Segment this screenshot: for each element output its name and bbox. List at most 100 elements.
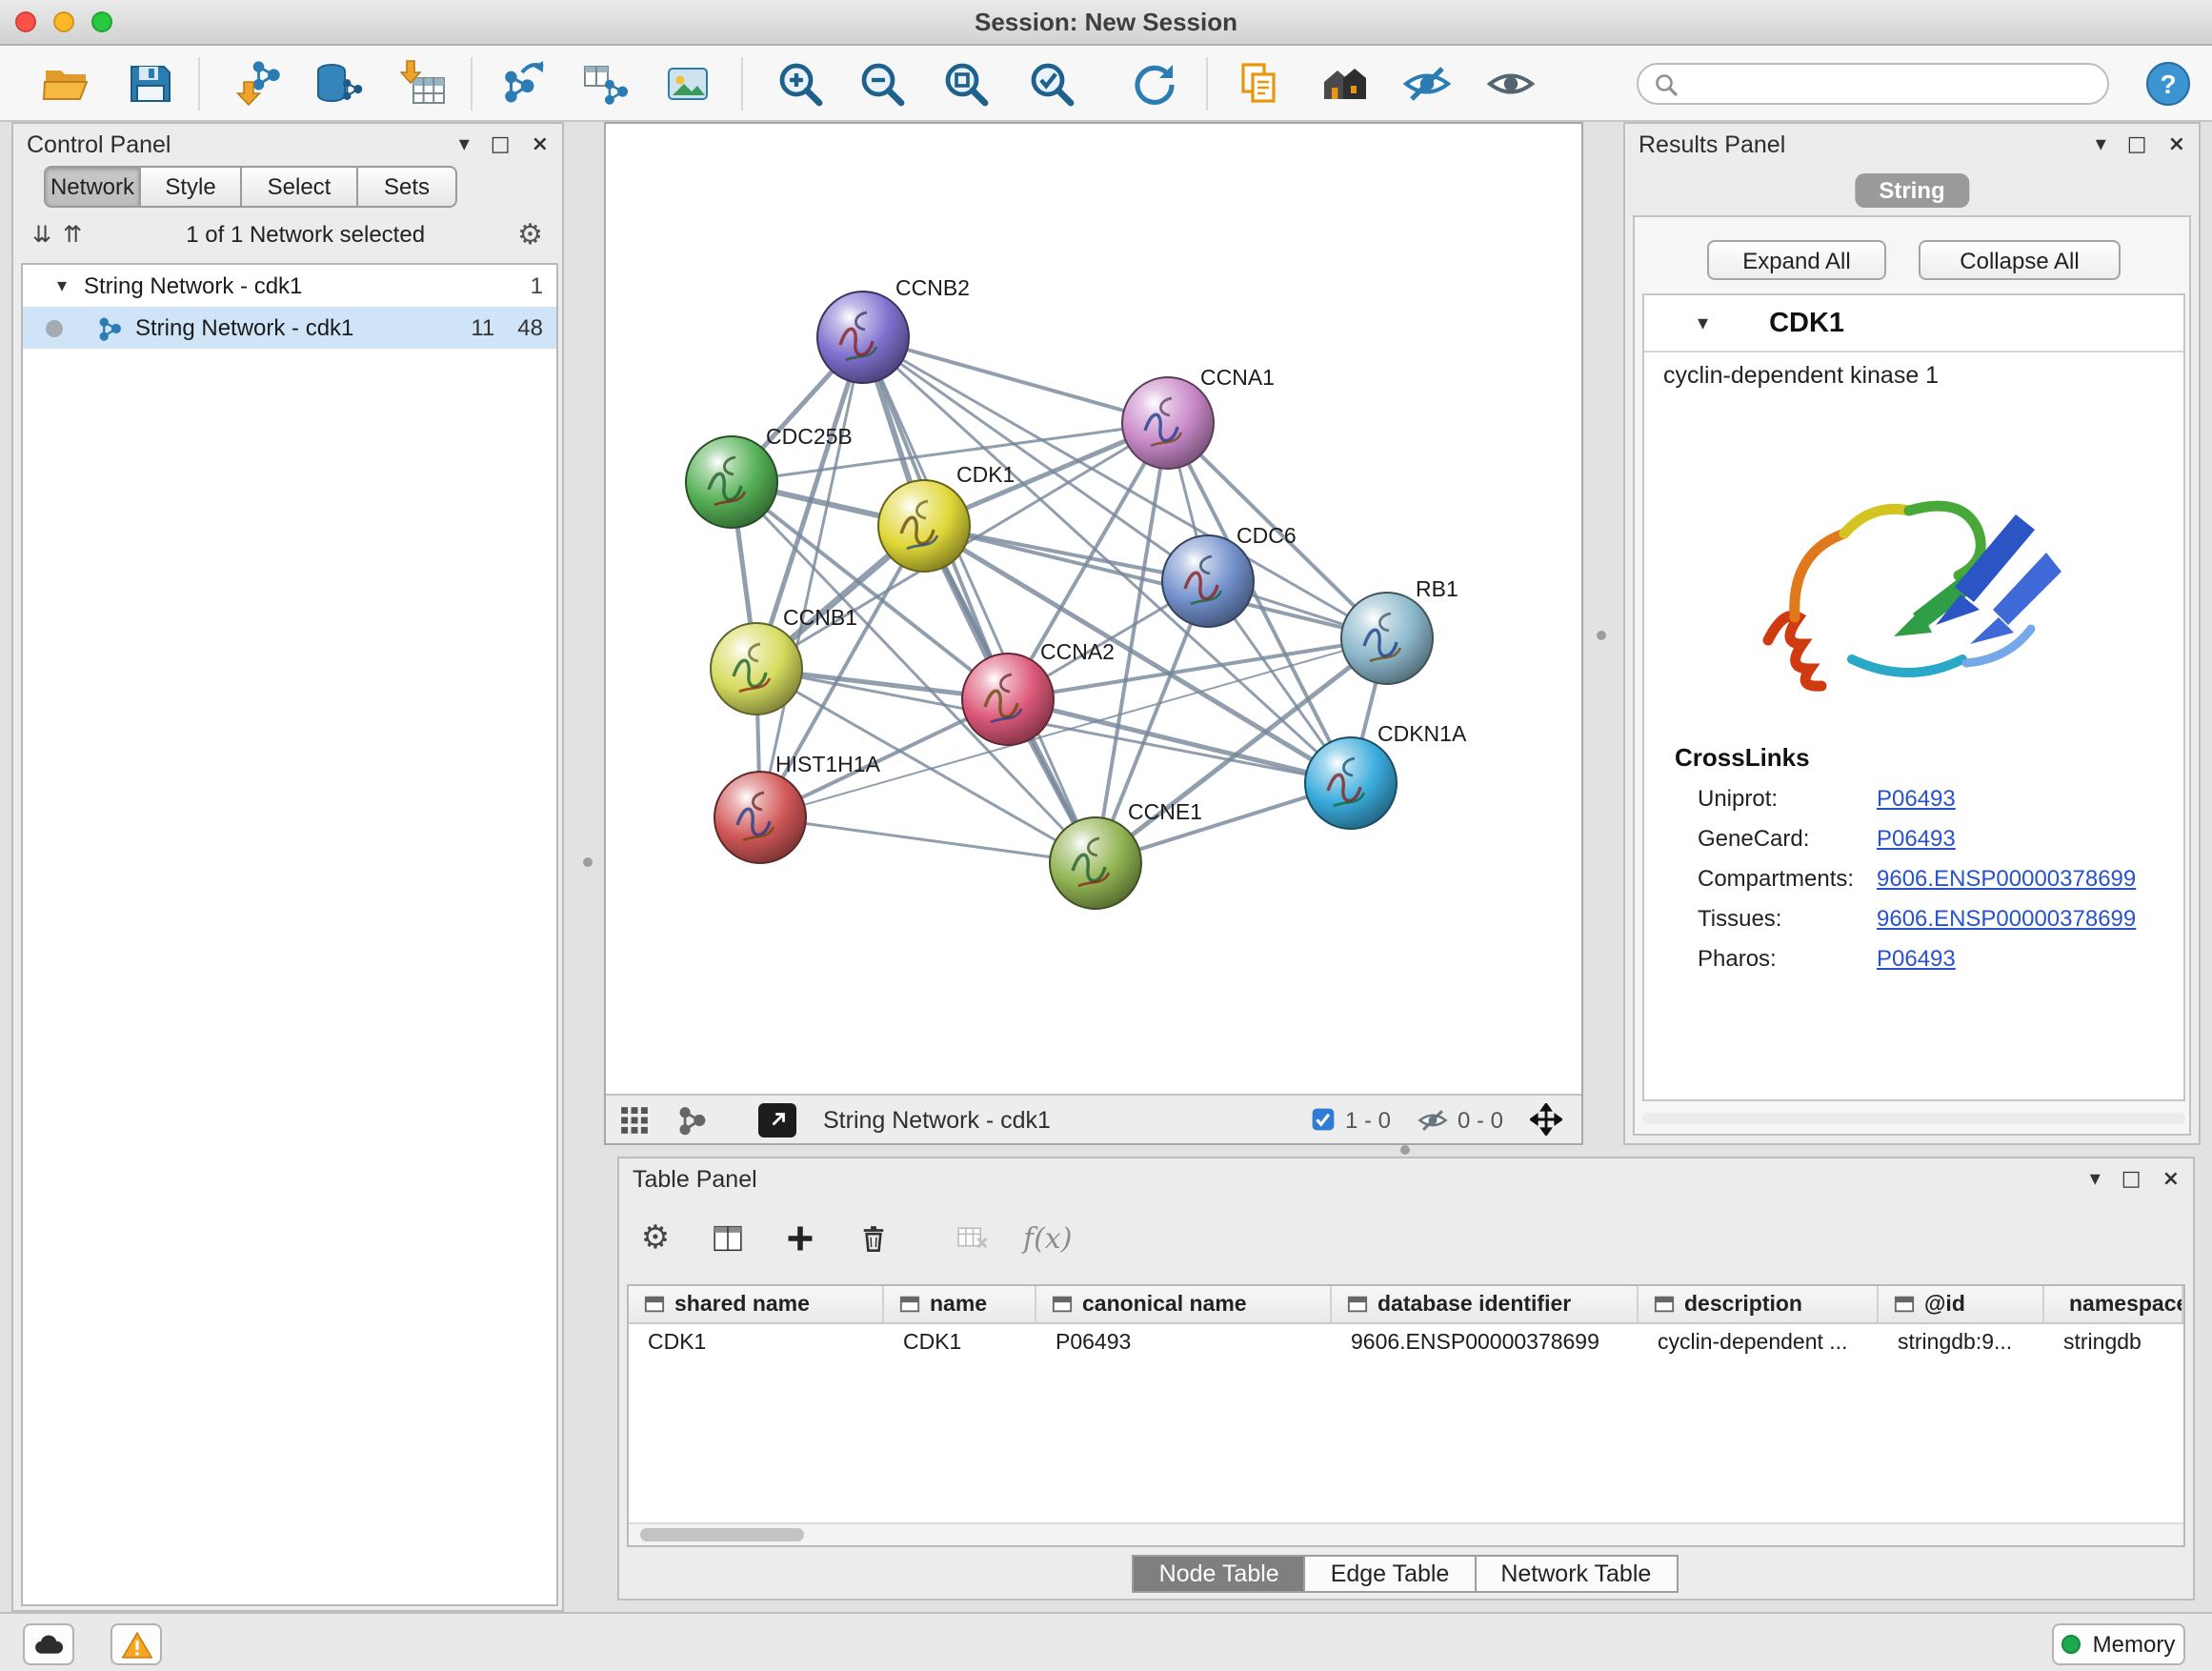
warnings-button[interactable] <box>111 1623 162 1665</box>
zoom-out-button[interactable] <box>850 53 915 114</box>
column-header[interactable]: database identifier <box>1332 1286 1639 1322</box>
open-in-new-window-button[interactable] <box>758 1102 796 1137</box>
hidden-eye-slash-icon[interactable] <box>1418 1104 1448 1135</box>
splitter-handle[interactable] <box>1597 631 1606 640</box>
save-session-button[interactable] <box>118 53 183 114</box>
show-columns-icon[interactable] <box>707 1218 749 1259</box>
edge-RB1-HIST1H1A[interactable] <box>760 638 1387 817</box>
cell-shared-name[interactable]: CDK1 <box>629 1324 884 1360</box>
selected-checkbox-icon[interactable] <box>1311 1107 1336 1132</box>
cloud-status-button[interactable] <box>23 1623 74 1665</box>
edge-CCNE1-HIST1H1A[interactable] <box>760 817 1096 863</box>
node-CCNB2[interactable] <box>817 292 909 383</box>
cell-name[interactable]: CDK1 <box>884 1324 1036 1360</box>
zoom-fit-button[interactable] <box>934 53 998 114</box>
collapse-section-icon[interactable]: ▾ <box>1698 311 1708 335</box>
cell-database-identifier[interactable]: 9606.ENSP00000378699 <box>1332 1324 1639 1360</box>
node-CDKN1A[interactable] <box>1305 737 1397 829</box>
help-button[interactable]: ? <box>2136 53 2201 114</box>
splitter-handle[interactable] <box>1400 1145 1410 1155</box>
table-horizontal-scrollbar[interactable] <box>629 1522 2183 1545</box>
import-network-file-button[interactable] <box>225 53 290 114</box>
column-header[interactable]: namespace <box>2044 1286 2183 1322</box>
tree-expander-icon[interactable]: ▾ <box>57 275 84 296</box>
panel-menu-icon[interactable]: ▾ <box>459 133 470 154</box>
add-column-icon[interactable] <box>779 1218 821 1259</box>
panel-float-icon[interactable]: □ <box>2127 133 2147 154</box>
crosslink-link[interactable]: P06493 <box>1877 785 1956 812</box>
new-network-button[interactable] <box>492 53 556 114</box>
cell-namespace[interactable]: stringdb <box>2044 1324 2183 1360</box>
network-from-table-button[interactable] <box>573 53 638 114</box>
network-canvas[interactable]: CCNB2CCNA1CDC25BCDK1CDC6RB1CCNB1CCNA2CDK… <box>606 124 1581 1094</box>
column-header[interactable]: name <box>884 1286 1036 1322</box>
column-header[interactable]: canonical name <box>1036 1286 1332 1322</box>
tab-select[interactable]: Select <box>242 166 358 208</box>
panel-menu-icon[interactable]: ▾ <box>2090 1168 2101 1189</box>
hide-selected-button[interactable] <box>1395 53 1459 114</box>
edge-CCNB2-CCNE1[interactable] <box>863 337 1096 863</box>
tab-sets[interactable]: Sets <box>358 166 457 208</box>
panel-close-icon[interactable]: × <box>532 133 549 154</box>
export-image-button[interactable] <box>655 53 720 114</box>
import-table-file-button[interactable] <box>391 53 455 114</box>
node-CCNB1[interactable] <box>711 623 802 715</box>
tab-node-table[interactable]: Node Table <box>1133 1555 1306 1593</box>
node-CDC25B[interactable] <box>686 436 777 528</box>
splitter-handle[interactable] <box>583 857 593 867</box>
tab-style[interactable]: Style <box>141 166 242 208</box>
home-neighbors-button[interactable] <box>1313 53 1377 114</box>
network-row[interactable]: String Network - cdk1 11 48 <box>23 307 556 349</box>
node-HIST1H1A[interactable] <box>714 772 806 863</box>
expand-all-button[interactable]: Expand All <box>1707 240 1886 280</box>
results-scrollbar[interactable] <box>1642 1113 2185 1124</box>
scrollbar-thumb[interactable] <box>640 1528 804 1541</box>
panel-close-icon[interactable]: × <box>2168 133 2185 154</box>
crosslink-link[interactable]: P06493 <box>1877 945 1956 972</box>
table-row[interactable]: CDK1 CDK1 P06493 9606.ENSP00000378699 cy… <box>629 1324 2183 1360</box>
collapse-all-icon[interactable]: ⇈ <box>63 221 82 248</box>
table-settings-gear-icon[interactable]: ⚙ <box>634 1218 676 1259</box>
search-input[interactable] <box>1688 70 2107 97</box>
panel-float-icon[interactable]: □ <box>491 133 511 154</box>
copy-document-button[interactable] <box>1227 53 1292 114</box>
cell-canonical-name[interactable]: P06493 <box>1036 1324 1332 1360</box>
network-graph[interactable]: CCNB2CCNA1CDC25BCDK1CDC6RB1CCNB1CCNA2CDK… <box>606 124 1581 1094</box>
expand-all-icon[interactable]: ⇊ <box>32 221 51 248</box>
cell-id[interactable]: stringdb:9... <box>1879 1324 2044 1360</box>
tab-string[interactable]: String <box>1854 173 1969 208</box>
gear-icon[interactable]: ⚙ <box>517 217 543 252</box>
memory-button[interactable]: Memory <box>2052 1623 2185 1665</box>
node-CCNE1[interactable] <box>1050 817 1141 909</box>
open-session-button[interactable] <box>34 53 99 114</box>
edge-CCNB2-HIST1H1A[interactable] <box>760 337 863 817</box>
crosslink-link[interactable]: 9606.ENSP00000378699 <box>1877 905 2136 932</box>
zoom-in-button[interactable] <box>768 53 833 114</box>
search-box[interactable] <box>1637 63 2109 105</box>
apply-layout-button[interactable] <box>1122 53 1187 114</box>
tab-edge-table[interactable]: Edge Table <box>1304 1555 1477 1593</box>
tab-network[interactable]: Network <box>44 166 141 208</box>
node-CCNA2[interactable] <box>962 654 1054 745</box>
pan-move-icon[interactable] <box>1530 1103 1562 1136</box>
delete-column-trash-icon[interactable] <box>852 1218 894 1259</box>
gene-card-header[interactable]: ▾ CDK1 <box>1644 295 2183 352</box>
network-collection-row[interactable]: ▾ String Network - cdk1 1 <box>23 265 556 307</box>
column-header[interactable]: description <box>1639 1286 1879 1322</box>
panel-close-icon[interactable]: × <box>2162 1168 2180 1189</box>
panel-menu-icon[interactable]: ▾ <box>2096 133 2106 154</box>
grid-view-button[interactable] <box>606 1097 663 1142</box>
crosslink-link[interactable]: P06493 <box>1877 825 1956 852</box>
panel-float-icon[interactable]: □ <box>2122 1168 2142 1189</box>
birdseye-button[interactable] <box>663 1097 720 1142</box>
cell-description[interactable]: cyclin-dependent ... <box>1639 1324 1879 1360</box>
column-header[interactable]: @id <box>1879 1286 2044 1322</box>
show-all-button[interactable] <box>1478 53 1543 114</box>
tab-network-table[interactable]: Network Table <box>1474 1555 1678 1593</box>
zoom-selected-button[interactable] <box>1019 53 1084 114</box>
node-CDK1[interactable] <box>878 480 970 572</box>
crosslink-link[interactable]: 9606.ENSP00000378699 <box>1877 865 2136 892</box>
node-CCNA1[interactable] <box>1122 377 1214 469</box>
import-network-database-button[interactable] <box>307 53 372 114</box>
column-header[interactable]: shared name <box>629 1286 884 1322</box>
